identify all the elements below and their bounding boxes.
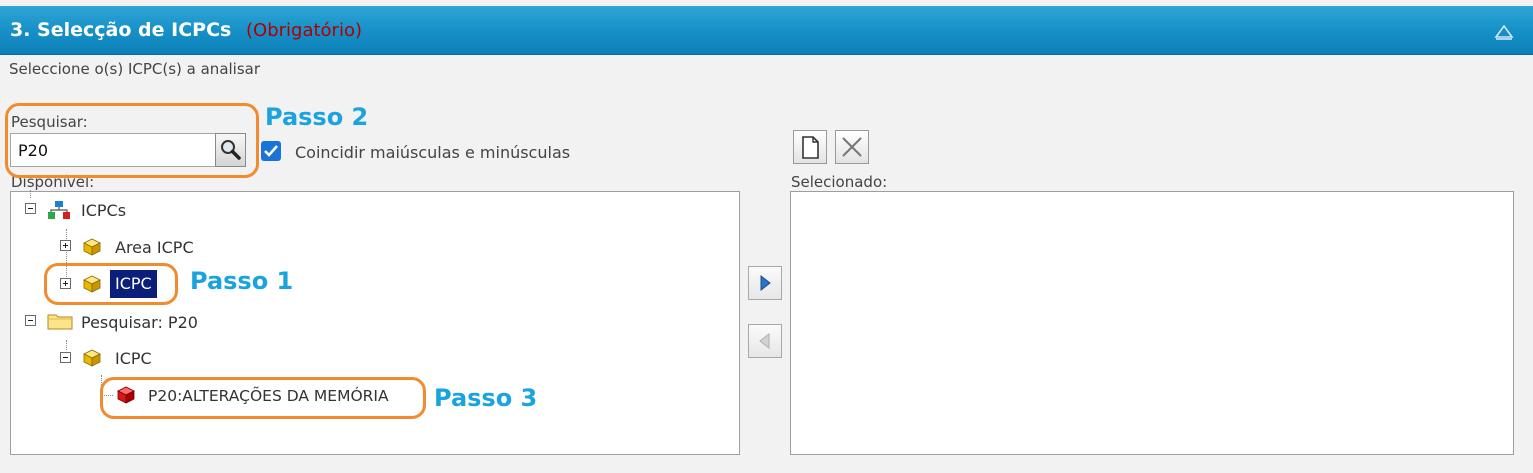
arrow-right-icon xyxy=(760,274,771,292)
hierarchy-icon xyxy=(48,201,70,219)
step2-label: Passo 2 xyxy=(265,103,369,131)
cube-yellow-icon xyxy=(83,349,101,367)
step2-highlight xyxy=(5,103,259,178)
step1-highlight xyxy=(44,263,178,305)
selected-label: Selecionado: xyxy=(791,173,888,191)
tree-connector xyxy=(30,190,31,198)
tree-node-search-icpc[interactable]: ICPC xyxy=(115,349,152,368)
collapse-toggle[interactable] xyxy=(60,352,71,363)
section-title: 3. Selecção de ICPCs xyxy=(10,19,232,41)
collapse-toggle[interactable] xyxy=(25,315,36,326)
match-case-label: Coincidir maiúsculas e minúsculas xyxy=(295,143,571,162)
checkmark-icon xyxy=(264,145,278,157)
selected-list[interactable] xyxy=(790,191,1514,455)
new-document-icon xyxy=(802,136,819,159)
required-label: (Obrigatório) xyxy=(246,20,362,41)
section-header: 3. Selecção de ICPCs (Obrigatório) xyxy=(0,6,1533,55)
step3-highlight xyxy=(100,377,426,419)
clear-button[interactable] xyxy=(835,130,869,164)
tree-node-search-results[interactable]: Pesquisar: P20 xyxy=(81,313,198,332)
instruction-text: Seleccione o(s) ICPC(s) a analisar xyxy=(9,60,261,78)
collapse-up-icon[interactable] xyxy=(1494,24,1514,40)
tree-node-area-icpc[interactable]: Area ICPC xyxy=(115,238,194,257)
arrow-left-icon xyxy=(759,332,770,350)
collapse-toggle[interactable] xyxy=(25,203,36,214)
new-button[interactable] xyxy=(793,130,827,164)
clear-x-icon xyxy=(842,137,862,157)
expand-toggle[interactable] xyxy=(60,240,71,251)
step1-label: Passo 1 xyxy=(190,267,294,295)
step3-label: Passo 3 xyxy=(434,384,538,412)
cube-yellow-icon xyxy=(83,238,101,256)
tree-node-icpcs[interactable]: ICPCs xyxy=(81,201,126,220)
tree-connector xyxy=(66,340,67,350)
remove-button[interactable] xyxy=(748,324,782,358)
match-case-checkbox[interactable] xyxy=(261,141,281,161)
folder-icon xyxy=(47,314,73,330)
add-button[interactable] xyxy=(748,266,782,300)
